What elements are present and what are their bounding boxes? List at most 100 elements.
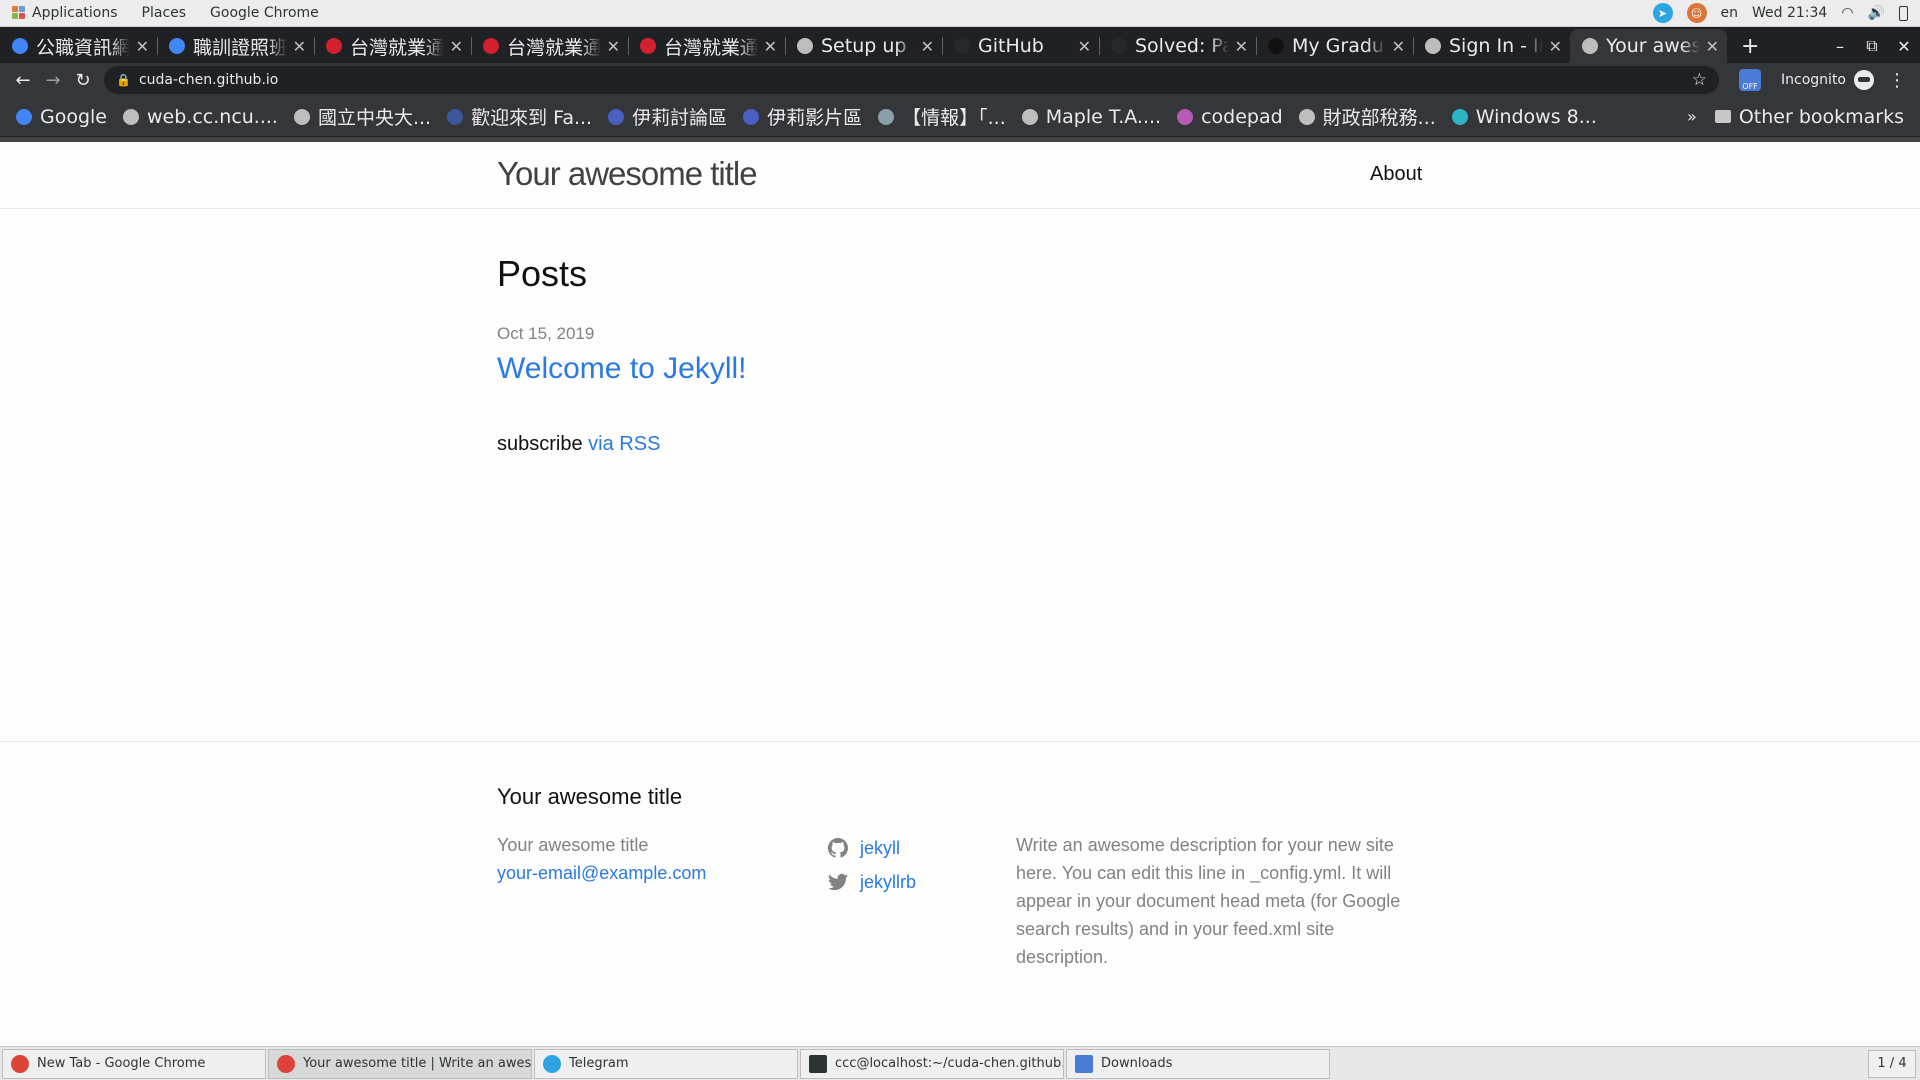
nav-about-link[interactable]: About [1370, 163, 1422, 186]
chrome-menu-icon[interactable]: ⋮ [1882, 70, 1912, 91]
browser-tab[interactable]: Solved: Pa ✕ [1099, 29, 1256, 63]
back-icon[interactable]: ← [8, 70, 38, 91]
windows-icon [1451, 108, 1468, 125]
close-tab-icon[interactable]: ✕ [1392, 37, 1405, 56]
close-tab-icon[interactable]: ✕ [293, 37, 306, 56]
user-avatar-icon[interactable]: ☺ [1686, 3, 1707, 23]
tab-title: 公職資訊網 [36, 36, 130, 59]
close-window-icon[interactable]: ✕ [1888, 37, 1920, 56]
new-tab-button[interactable]: + [1727, 29, 1773, 63]
taskbar-window[interactable]: ccc@localhost:~/cuda-chen.github.io [800, 1048, 1064, 1079]
codepad-icon [1177, 108, 1194, 125]
wifi-icon[interactable]: ◠ [1841, 5, 1853, 21]
bookmark-item[interactable]: 伊莉討論區 [600, 103, 735, 130]
browser-tab[interactable]: Your awes ✕ [1570, 29, 1727, 63]
twitter-icon [828, 873, 848, 891]
volume-icon[interactable]: 🔊 [1868, 5, 1885, 21]
other-bookmarks-label: Other bookmarks [1738, 105, 1904, 128]
bookmark-item[interactable]: 歡迎來到 Fa... [439, 103, 600, 130]
bookmark-label: 國立中央大... [317, 107, 432, 129]
close-tab-icon[interactable]: ✕ [1549, 37, 1562, 56]
close-tab-icon[interactable]: ✕ [764, 37, 777, 56]
globe-icon [1021, 108, 1038, 125]
tab-title: Sign In - In [1449, 35, 1543, 57]
places-menu[interactable]: Places [130, 0, 199, 26]
taskbar-window[interactable]: Downloads [1066, 1048, 1330, 1079]
url-text[interactable]: cuda-chen.github.io [139, 72, 1692, 88]
browser-tab[interactable]: 公職資訊網 ✕ [0, 29, 157, 63]
chrome-icon [11, 1054, 29, 1073]
post-title-link[interactable]: Welcome to Jekyll! [497, 352, 747, 386]
subscribe-line: subscribe via RSS [497, 433, 660, 456]
bookmark-item[interactable]: 財政部稅務... [1291, 103, 1444, 130]
browser-tab[interactable]: GitHub ✕ [942, 29, 1099, 63]
minimize-icon[interactable]: – [1824, 37, 1856, 56]
browser-tab[interactable]: My Gradua ✕ [1256, 29, 1413, 63]
taskbar-window[interactable]: Telegram [534, 1048, 798, 1079]
globe-icon [1298, 108, 1315, 125]
github-link[interactable]: jekyll [828, 831, 916, 865]
bookmark-item[interactable]: Google [8, 106, 115, 128]
tab-title: 台灣就業通 [350, 36, 444, 59]
globe-icon [123, 108, 140, 125]
workspace-switcher[interactable]: 1 / 4 [1868, 1049, 1916, 1078]
site-footer: Your awesome title Your awesome title yo… [0, 741, 1920, 1046]
bookmark-item[interactable]: Windows 8... [1444, 106, 1605, 128]
extension-icon[interactable]: OFF [1739, 69, 1762, 91]
taskbar-window[interactable]: Your awesome title | Write an awes... [268, 1048, 532, 1079]
incognito-indicator[interactable]: Incognito [1773, 70, 1882, 90]
close-tab-icon[interactable]: ✕ [136, 37, 149, 56]
reload-icon[interactable]: ↻ [68, 70, 98, 91]
bookmark-label: web.cc.ncu.... [147, 105, 278, 128]
bookmarks-overflow-icon[interactable]: » [1677, 107, 1707, 126]
taskbar-window-label: ccc@localhost:~/cuda-chen.github.io [835, 1056, 1064, 1071]
tab-strip: 公職資訊網 ✕ 職訓證照班 ✕ 台灣就業通 ✕ 台灣就業通 ✕ 台灣就業通 ✕ Setup up a… [0, 27, 1920, 63]
site-header: Your awesome title About [0, 137, 1920, 209]
web-page: Your awesome title About Posts Oct 15, 2… [0, 137, 1920, 1046]
bookmark-label: 伊莉討論區 [632, 107, 728, 129]
taskbar-window-label: Downloads [1101, 1056, 1173, 1071]
footer-description: Write an awesome description for your ne… [1016, 835, 1401, 967]
google-chrome-menu[interactable]: Google Chrome [198, 0, 331, 26]
applications-menu[interactable]: Applications [0, 0, 130, 26]
other-bookmarks[interactable]: Other bookmarks [1707, 106, 1912, 128]
language-indicator[interactable]: en [1721, 5, 1739, 21]
github-icon [828, 838, 848, 858]
bookmark-item[interactable]: 伊莉影片區 [735, 103, 870, 130]
globe-icon [797, 38, 813, 54]
rss-link[interactable]: via RSS [588, 433, 660, 455]
bookmark-label: 伊莉影片區 [767, 107, 863, 129]
close-tab-icon[interactable]: ✕ [450, 37, 463, 56]
bookmark-item[interactable]: web.cc.ncu.... [115, 106, 286, 128]
telegram-tray-icon[interactable]: ➤ [1652, 3, 1673, 23]
restore-icon[interactable]: ⧉ [1856, 36, 1888, 56]
clock[interactable]: Wed 21:34 [1752, 5, 1827, 21]
bookmark-item[interactable]: 國立中央大... [286, 103, 439, 130]
browser-tab[interactable]: 台灣就業通 ✕ [628, 29, 785, 63]
bookmark-label: Google [40, 105, 108, 128]
browser-tab[interactable]: Sign In - In ✕ [1413, 29, 1570, 63]
forward-icon[interactable]: → [38, 70, 68, 91]
close-tab-icon[interactable]: ✕ [921, 37, 934, 56]
lock-icon[interactable]: 🔒 [116, 73, 131, 87]
bookmark-item[interactable]: codepad [1169, 106, 1291, 128]
close-tab-icon[interactable]: ✕ [1078, 37, 1091, 56]
taskbar-window-label: New Tab - Google Chrome [37, 1056, 206, 1071]
browser-tab[interactable]: 職訓證照班 ✕ [157, 29, 314, 63]
close-tab-icon[interactable]: ✕ [1235, 37, 1248, 56]
address-bar[interactable]: 🔒 cuda-chen.github.io ☆ [104, 66, 1720, 94]
site-title[interactable]: Your awesome title [497, 155, 758, 193]
close-tab-icon[interactable]: ✕ [1706, 37, 1719, 56]
twitter-link[interactable]: jekyllrb [828, 865, 916, 899]
bookmark-star-icon[interactable]: ☆ [1692, 70, 1707, 90]
close-tab-icon[interactable]: ✕ [607, 37, 620, 56]
tab-title: 台灣就業通 [507, 36, 601, 59]
browser-tab[interactable]: 台灣就業通 ✕ [314, 29, 471, 63]
taskbar-window[interactable]: New Tab - Google Chrome [2, 1048, 266, 1079]
battery-icon[interactable] [1899, 5, 1908, 21]
bookmark-item[interactable]: Maple T.A.... [1014, 106, 1169, 128]
browser-tab[interactable]: 台灣就業通 ✕ [471, 29, 628, 63]
browser-tab[interactable]: Setup up a ✕ [785, 29, 942, 63]
footer-email-link[interactable]: your-email@example.com [497, 859, 706, 887]
bookmark-item[interactable]: 【情報】「... [870, 103, 1014, 130]
